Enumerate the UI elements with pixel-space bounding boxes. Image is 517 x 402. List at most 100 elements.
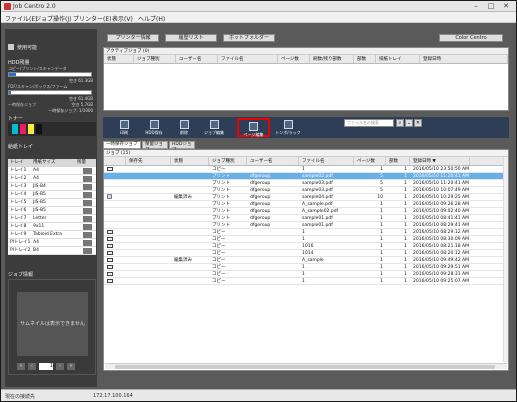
job-row[interactable]: コピー 1 1 1 2016/05/10 09:25:07 AM <box>104 278 508 285</box>
active-col-output-tray[interactable]: 排紙トレイ <box>376 55 420 63</box>
tray-size: A4 <box>33 240 39 245</box>
first-page-button[interactable]: « <box>17 363 25 370</box>
tray-table: トレイ 用紙サイズ 残量 トレイ1 A4 トレイ2 A4 トレイ3 JIS-B4 トレイ4 J… <box>8 159 96 255</box>
page-edit-button[interactable]: ページ編集 <box>237 118 270 137</box>
col-state[interactable]: 状態 <box>171 157 209 165</box>
tray-row[interactable]: PIトレイ1 A4 <box>8 239 96 247</box>
menu-view[interactable]: 表示(V) <box>112 14 133 23</box>
menu-help[interactable]: ヘルプ(H) <box>138 14 165 23</box>
active-col-user[interactable]: ユーザー名 <box>176 55 218 63</box>
page-edit-icon <box>249 122 258 131</box>
job-copies: 1 <box>404 265 407 270</box>
status-connection-label: 現在の接続先 <box>5 394 36 400</box>
job-row[interactable]: プリント dfgeroup sample02.pdf 5 1 2016/05/10 11:… <box>104 173 508 180</box>
paper-tray-label: 給紙トレイ <box>8 144 34 150</box>
col-date[interactable]: 登録日時 ▼ <box>410 157 470 165</box>
job-row[interactable]: コピー 1 1 1 2016/05/10 23:50:50 AM <box>104 166 508 173</box>
hot-folder-button[interactable]: ホットフォルダー <box>223 34 275 42</box>
tray-name: トレイ4 <box>10 192 27 197</box>
history-list-button[interactable]: 履歴リスト <box>165 34 217 42</box>
job-row[interactable]: コピー 1 1 1 2016/05/10 09:29:51 AM <box>104 264 508 271</box>
tray-name: PIトレイ1 <box>10 240 31 245</box>
jobs-hscrollbar[interactable] <box>105 363 507 369</box>
tab-held-jobs[interactable]: 保留ジョブ <box>142 141 168 153</box>
last-page-button[interactable]: » <box>67 363 75 370</box>
active-col-file[interactable]: ファイル名 <box>218 55 278 63</box>
hdd-save-button[interactable]: HDD保存 <box>141 118 167 137</box>
col-copies[interactable]: 部数 <box>386 157 410 165</box>
tray-row[interactable]: トレイ6 JIS-B5 <box>8 207 96 215</box>
job-copies: 1 <box>404 188 407 193</box>
tray-row[interactable]: トレイ5 JIS-B5 <box>8 199 96 207</box>
menu-printer[interactable]: プリンター(E) <box>73 14 111 23</box>
tray-row[interactable]: トレイ9 Tabloid Extra <box>8 231 96 239</box>
tab-hdd-jobs[interactable]: HDDジョブ <box>169 141 195 153</box>
tray-row[interactable]: トレイ2 A4 <box>8 175 96 183</box>
tab-temp-jobs[interactable]: 一時保存ジョブ <box>103 141 141 149</box>
job-row[interactable]: プリント dfgeroup sample03.pdf 5 1 2016/05/10 11:… <box>104 180 508 187</box>
menu-job[interactable]: ジョブ操作(J) <box>35 14 71 23</box>
active-col-state[interactable]: 状態 <box>104 55 134 63</box>
close-search-icon[interactable]: ✕ <box>414 119 422 127</box>
active-col-pages[interactable]: ページ数 <box>278 55 310 63</box>
tray-row[interactable]: トレイ4 JIS-B5 <box>8 191 96 199</box>
maximize-button[interactable]: □ <box>484 2 498 11</box>
job-date: 2016/05/10 08:29:41 AM <box>413 223 469 228</box>
job-row[interactable]: コピー 1014 1 1 2016/05/10 08:20:12 AM <box>104 250 508 257</box>
printer-info-button[interactable]: プリンター情報 <box>107 34 159 42</box>
job-state <box>171 180 209 186</box>
job-row[interactable]: 編集済み コピー A_sample 1 1 2016/05/10 09:49:42 AM <box>104 257 508 264</box>
job-row[interactable]: プリント dfgeroup A_sample02.pdf 1 1 2016/05/10 0… <box>104 208 508 215</box>
job-state <box>171 264 209 270</box>
job-edit-button[interactable]: ジョブ編集 <box>201 118 227 137</box>
tray-row[interactable]: PIトレイ2 B4 <box>8 247 96 255</box>
col-pages[interactable]: ページ数 <box>354 157 386 165</box>
next-page-button[interactable]: › <box>56 363 64 370</box>
job-pages: 1 <box>380 223 383 228</box>
print-button[interactable]: 印刷 <box>111 118 137 137</box>
jobs-vscrollbar[interactable] <box>503 157 508 362</box>
tray-level <box>77 183 96 190</box>
trim-mark-button[interactable]: トンボ/ラック <box>275 118 301 137</box>
job-row[interactable]: コピー 1 1 1 2016/05/10 09:28:31 AM <box>104 271 508 278</box>
minimize-button[interactable]: – <box>469 2 483 11</box>
job-row[interactable]: コピー 1 1 1 2016/05/10 08:30:09 AM <box>104 236 508 243</box>
job-type: コピー <box>212 230 226 235</box>
file-search-input[interactable]: ファイル名の検索 <box>344 119 394 127</box>
col-icon[interactable] <box>104 157 126 165</box>
job-row[interactable]: プリント dfgeroup A_sample.pdf 1 1 2016/05/10 09:… <box>104 201 508 208</box>
job-row[interactable]: プリント dfgeroup sample03.pdf 5 1 2016/05/10 10:… <box>104 187 508 194</box>
job-row[interactable]: コピー 1 1 1 2016/05/10 08:29:12 AM <box>104 229 508 236</box>
menu-file[interactable]: ファイル(E) <box>5 14 37 23</box>
tray-row[interactable]: トレイ8 9x11 <box>8 223 96 231</box>
active-col-remaining[interactable]: 刷数/残り部数 <box>310 55 354 63</box>
top-buttons: プリンター情報 履歴リスト ホットフォルダー Color Centro <box>103 34 509 45</box>
job-thumbnail: サムネイルは表示できません <box>17 292 88 356</box>
col-dest[interactable]: 保存先 <box>126 157 171 165</box>
col-user[interactable]: ユーザー名 <box>247 157 299 165</box>
page-input[interactable]: 1 <box>39 363 53 370</box>
col-type[interactable]: ジョブ種別 <box>209 157 247 165</box>
job-row[interactable]: コピー 1016 1 1 2016/05/10 08:21:18 AM <box>104 243 508 250</box>
tray-row[interactable]: トレイ7 Letter <box>8 215 96 223</box>
delete-button[interactable]: 削除 <box>171 118 197 137</box>
active-col-copies[interactable]: 部数 <box>354 55 376 63</box>
print-icon <box>119 120 129 129</box>
tray-row[interactable]: トレイ1 A4 <box>8 167 96 175</box>
tray-row[interactable]: トレイ3 JIS-B4 <box>8 183 96 191</box>
search-icon[interactable]: ⌕ <box>396 119 404 127</box>
active-col-type[interactable]: ジョブ種別 <box>134 55 176 63</box>
fdf-bar <box>8 90 92 95</box>
expand-icon[interactable]: ⌄ <box>405 119 413 127</box>
job-row[interactable]: プリント dfgeroup sample01.pdf 1 1 2016/05/10 08:… <box>104 222 508 229</box>
job-dest <box>126 236 171 242</box>
delete-icon <box>179 120 189 129</box>
active-col-date[interactable]: 登録日時 <box>420 55 508 63</box>
color-centro-button[interactable]: Color Centro <box>439 34 503 42</box>
col-file[interactable]: ファイル名 <box>299 157 354 165</box>
status-text: 使用可能 <box>17 45 38 51</box>
job-row[interactable]: プリント dfgeroup sample01.pdf 1 1 2016/05/10 08:… <box>104 215 508 222</box>
prev-page-button[interactable]: ‹ <box>28 363 36 370</box>
close-button[interactable]: ✕ <box>499 2 513 11</box>
job-row[interactable]: 編集済み プリント dfgeroup sample04.pdf 10 1 2016/05/1… <box>104 194 508 201</box>
